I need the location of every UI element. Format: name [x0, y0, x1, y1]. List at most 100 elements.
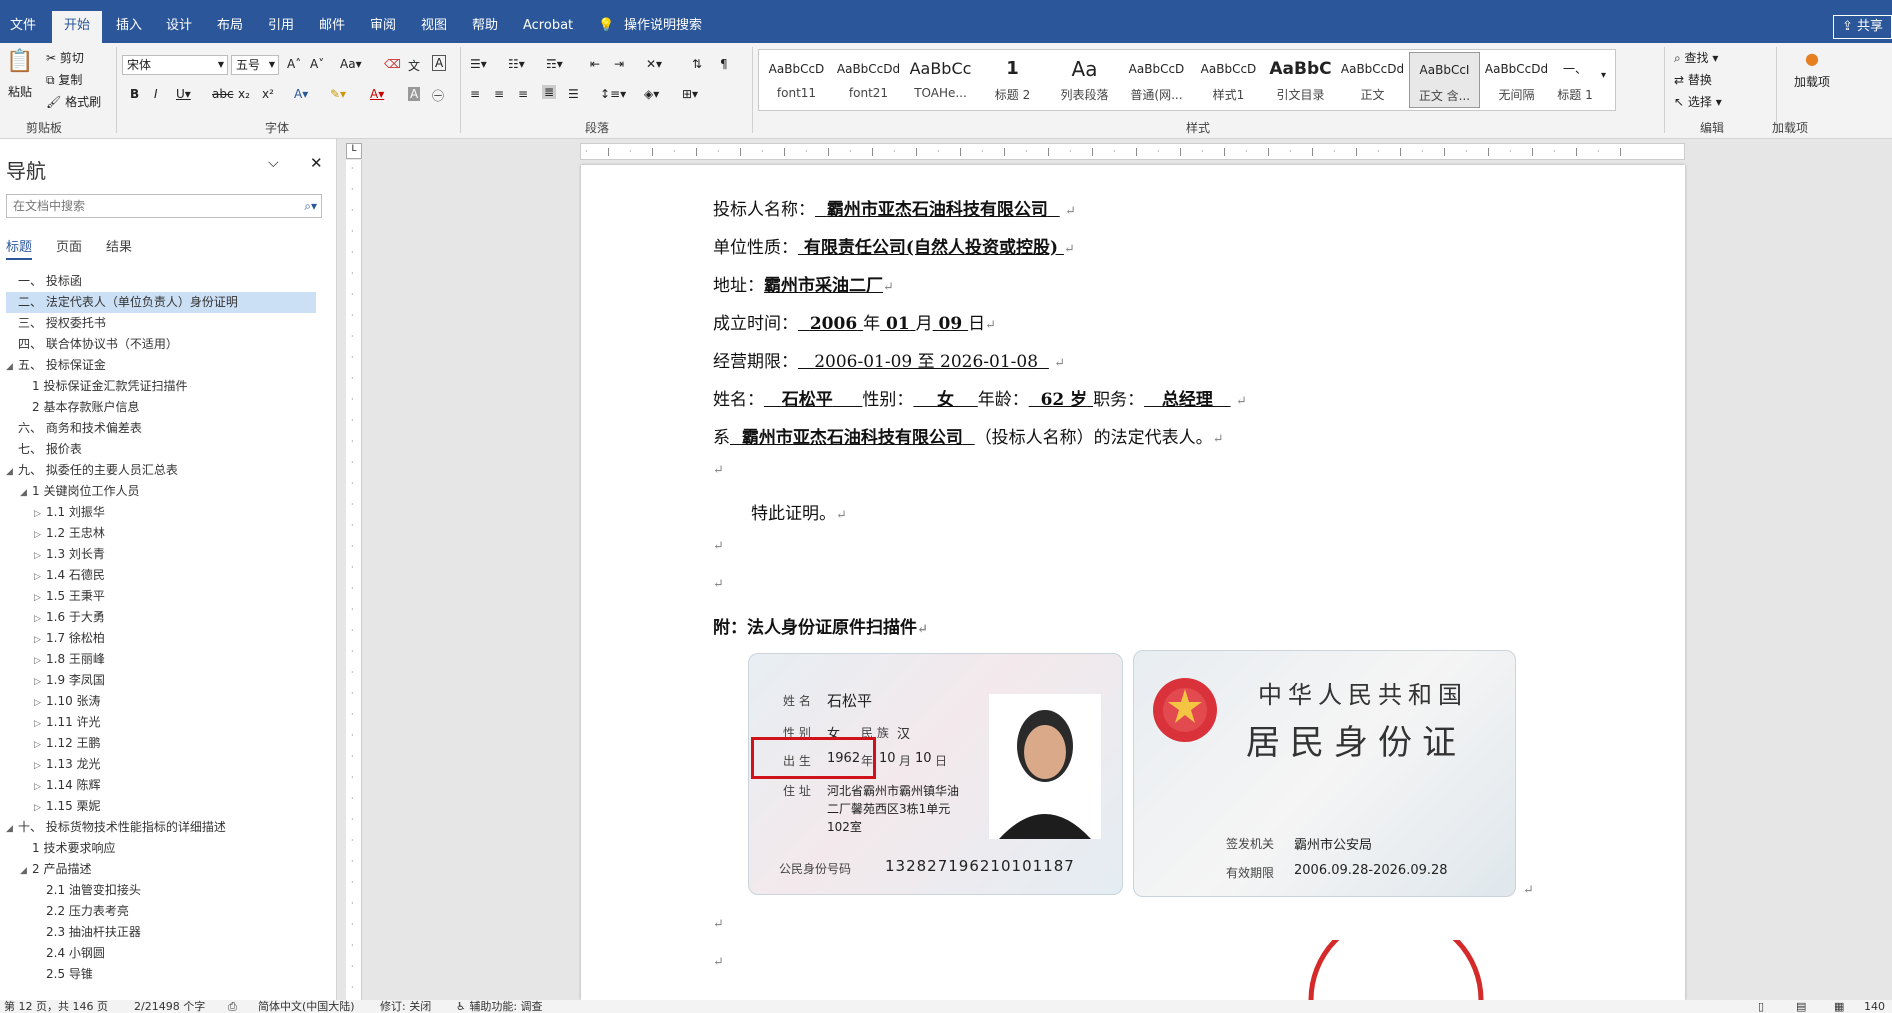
expand-triangle-icon[interactable]: ▷ — [34, 672, 46, 693]
text-effects-icon[interactable]: A▾ — [294, 87, 308, 101]
nav-heading-item[interactable]: 2.2 压力表考亮 — [34, 901, 344, 922]
change-case-icon[interactable]: Aa▾ — [340, 57, 362, 71]
numbering-icon[interactable]: ☷▾ — [508, 57, 525, 71]
tab-layout[interactable]: 布局 — [217, 11, 243, 43]
bold-icon[interactable]: B — [130, 87, 139, 101]
nav-heading-item[interactable]: ▷ 1.6 于大勇 — [34, 607, 344, 628]
italic-icon[interactable]: I — [154, 87, 158, 101]
style-heading-2[interactable]: 1 标题 2 — [977, 52, 1048, 108]
select-button[interactable]: ↖ 选择 ▾ — [1674, 93, 1722, 110]
collapse-triangle-icon[interactable]: ◢ — [20, 483, 32, 504]
zoom-level[interactable]: 140 — [1864, 1000, 1885, 1013]
word-count[interactable]: 2/21498 个字 — [134, 1000, 205, 1013]
expand-triangle-icon[interactable]: ▷ — [34, 798, 46, 819]
expand-triangle-icon[interactable]: ▷ — [34, 504, 46, 525]
web-layout-icon[interactable]: ▦ — [1834, 1000, 1844, 1013]
proofing-icon[interactable]: ⎙ — [228, 1000, 237, 1013]
underline-icon[interactable]: U▾ — [176, 87, 191, 101]
nav-heading-item[interactable]: 1 投标保证金汇款凭证扫描件 — [20, 376, 330, 397]
share-button[interactable]: ⇪ 共享 — [1832, 15, 1892, 39]
char-border-icon[interactable]: A — [432, 55, 447, 71]
collapse-triangle-icon[interactable]: ◢ — [6, 462, 18, 483]
style-normal[interactable]: AaBbCcI 正文 含... — [1409, 52, 1480, 108]
nav-heading-item[interactable]: ▷ 1.5 王秉平 — [34, 586, 344, 607]
id-card-back-image[interactable]: 中华人民共和国 居民身份证 签发机关 霸州市公安局 有效期限 2006.09.2… — [1133, 650, 1516, 897]
accessibility-status[interactable]: ♿ 辅助功能: 调查 — [456, 1000, 543, 1013]
replace-button[interactable]: ⇄ 替换 — [1674, 71, 1712, 88]
multilevel-list-icon[interactable]: ☶▾ — [546, 57, 563, 71]
style-toaheading[interactable]: AaBbCc TOAHe... — [905, 52, 976, 108]
expand-triangle-icon[interactable]: ▷ — [34, 630, 46, 651]
borders-icon[interactable]: ⊞▾ — [682, 87, 698, 101]
copy-button[interactable]: ⧉ 复制 — [46, 71, 82, 88]
style-style1[interactable]: AaBbCcD 样式1 — [1193, 52, 1264, 108]
nav-heading-item[interactable]: ▷ 1.15 栗妮 — [34, 796, 344, 817]
bullets-icon[interactable]: ☰▾ — [470, 57, 487, 71]
nav-heading-item[interactable]: ▷ 1.2 王忠林 — [34, 523, 344, 544]
expand-triangle-icon[interactable]: ▷ — [34, 777, 46, 798]
nav-heading-item[interactable]: ◢ 2 产品描述 — [20, 859, 330, 880]
tell-me-search[interactable]: 操作说明搜索 — [624, 11, 702, 43]
language-status[interactable]: 简体中文(中国大陆) — [258, 1000, 355, 1013]
expand-triangle-icon[interactable]: ▷ — [34, 525, 46, 546]
increase-indent-icon[interactable]: ⇥ — [614, 57, 624, 71]
read-mode-icon[interactable]: ▯ — [1758, 1000, 1764, 1013]
vertical-ruler[interactable]: · · · · · · · · · · · · · · · · · · · · · · · · · · · · · · · · · · · · · · · · — [346, 160, 362, 1000]
asian-layout-icon[interactable]: ✕▾ — [646, 57, 662, 71]
document-page[interactable]: 投标人名称： 霸州市亚杰石油科技有限公司 ↵ 单位性质： 有限责任公司(自然人投… — [581, 165, 1685, 1000]
addins-button[interactable]: 加载项 — [1776, 73, 1848, 90]
nav-heading-item[interactable]: 二、 法定代表人（单位负责人）身份证明 — [6, 292, 316, 313]
nav-heading-item[interactable]: ▷ 1.12 王鹏 — [34, 733, 344, 754]
grow-font-icon[interactable]: A˄ — [287, 57, 301, 71]
style-no-spacing[interactable]: 一、 标题 1 — [1553, 52, 1597, 108]
style-font11[interactable]: AaBbCcD font11 — [761, 52, 832, 108]
nav-heading-item[interactable]: 2.4 小钢圆 — [34, 943, 344, 964]
font-name-combo[interactable]: 宋体 ▼ — [122, 55, 228, 75]
id-card-front-image[interactable]: 姓 名 石松平 性 别 女 民 族 汉 出 生 1962 年 10 月 10 日… — [748, 653, 1123, 895]
align-center-icon[interactable]: ≡ — [494, 87, 504, 101]
nav-heading-item[interactable]: 2 基本存款账户信息 — [20, 397, 330, 418]
nav-heading-item[interactable]: ▷ 1.7 徐松柏 — [34, 628, 344, 649]
nav-heading-item[interactable]: ▷ 1.11 许光 — [34, 712, 344, 733]
nav-heading-item[interactable]: 三、 授权委托书 — [6, 313, 316, 334]
nav-heading-item[interactable]: ▷ 1.3 刘长青 — [34, 544, 344, 565]
nav-heading-item[interactable]: ▷ 1.9 李凤国 — [34, 670, 344, 691]
nav-heading-item[interactable]: ▷ 1.10 张涛 — [34, 691, 344, 712]
nav-heading-item[interactable]: ▷ 1.8 王丽峰 — [34, 649, 344, 670]
tab-references[interactable]: 引用 — [268, 11, 294, 43]
nav-tab-results[interactable]: 结果 — [106, 236, 132, 255]
collapse-triangle-icon[interactable]: ◢ — [6, 819, 18, 840]
print-layout-icon[interactable]: ▤ — [1796, 1000, 1806, 1013]
tab-view[interactable]: 视图 — [421, 11, 447, 43]
expand-triangle-icon[interactable]: ▷ — [34, 567, 46, 588]
nav-heading-item[interactable]: ◢ 九、 拟委任的主要人员汇总表 — [6, 460, 316, 481]
tab-acrobat[interactable]: Acrobat — [523, 11, 573, 43]
align-right-icon[interactable]: ≡ — [518, 87, 528, 101]
subscript-icon[interactable]: x₂ — [238, 87, 250, 101]
addins-icon[interactable]: ● — [1776, 49, 1848, 68]
tab-selector[interactable]: L — [346, 143, 362, 159]
nav-heading-item[interactable]: 2.3 抽油杆扶正器 — [34, 922, 344, 943]
style-font21[interactable]: AaBbCcDd font21 — [833, 52, 904, 108]
horizontal-ruler[interactable]: · | · | · | · | · | · | · | · | · | · | · | · | · | · | · | · | · | · | · | · |… — [580, 143, 1685, 160]
tab-insert[interactable]: 插入 — [116, 11, 142, 43]
cut-button[interactable]: ✂ 剪切 — [46, 49, 84, 66]
tab-design[interactable]: 设计 — [166, 11, 192, 43]
expand-triangle-icon[interactable]: ▷ — [34, 756, 46, 777]
highlight-icon[interactable]: ✎▾ — [330, 87, 346, 101]
nav-heading-item[interactable]: ▷ 1.14 陈辉 — [34, 775, 344, 796]
close-icon[interactable]: ✕ — [310, 154, 323, 172]
nav-tab-pages[interactable]: 页面 — [56, 236, 82, 255]
nav-heading-item[interactable]: ◢ 十、 投标货物技术性能指标的详细描述 — [6, 817, 316, 838]
expand-triangle-icon[interactable]: ▷ — [34, 546, 46, 567]
phonetic-guide-icon[interactable]: 文 — [408, 57, 420, 74]
nav-heading-item[interactable]: ▷ 1.13 龙光 — [34, 754, 344, 775]
nav-heading-item[interactable]: 2.5 导锥 — [34, 964, 344, 985]
tab-file[interactable]: 文件 — [10, 11, 36, 43]
expand-triangle-icon[interactable]: ▷ — [34, 651, 46, 672]
expand-triangle-icon[interactable]: ▷ — [34, 714, 46, 735]
nav-heading-item[interactable]: ◢ 五、 投标保证金 — [6, 355, 316, 376]
show-marks-icon[interactable]: ¶ — [720, 57, 728, 71]
superscript-icon[interactable]: x² — [262, 87, 274, 101]
style-citation-list[interactable]: AaBbCcDd 正文 — [1337, 52, 1408, 108]
